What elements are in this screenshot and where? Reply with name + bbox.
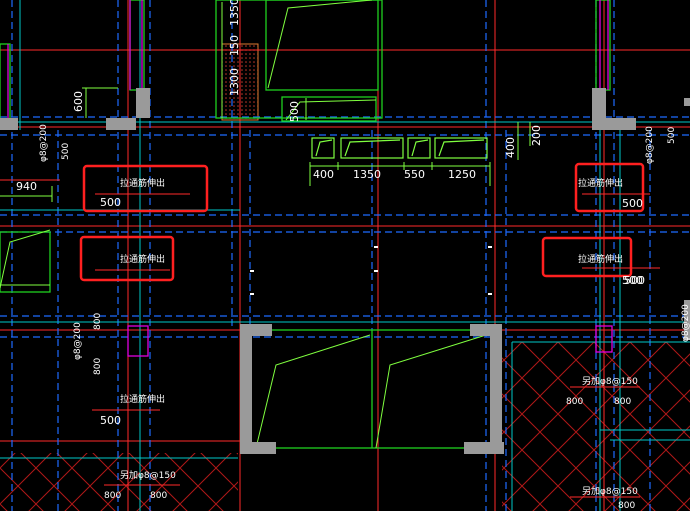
extra-rebar-b: 800 <box>614 397 631 407</box>
dim-1350-vertical: 1350 <box>228 0 241 26</box>
rebar-left-upper: φ8@200 <box>39 124 49 162</box>
rebar-left-mid-800a: 800 <box>93 313 103 330</box>
rebar-right-mid: φ8@200 <box>681 304 690 342</box>
extra-rebar-label: 另加φ8@150 <box>582 486 638 497</box>
dim-940: 940 <box>16 180 37 193</box>
rebar-left-upper-500: 500 <box>61 143 71 160</box>
extra-rebar-b: 800 <box>618 501 635 511</box>
extra-rebar-a: 800 <box>566 397 583 407</box>
extra-rebar-b: 800 <box>150 491 167 501</box>
dim-top-550: 550 <box>404 168 425 181</box>
note-text: 拉通筋伸出 <box>578 253 623 265</box>
rebar-right-upper-500: 500 <box>667 127 677 144</box>
rebar-left-mid: φ8@200 <box>73 322 83 360</box>
openings-row <box>311 137 488 159</box>
note-value: 500 <box>622 274 643 287</box>
note-value: 500 <box>100 196 121 209</box>
note-text: 拉通筋伸出 <box>120 253 165 265</box>
extra-rebar-a: 800 <box>104 491 121 501</box>
dim-1300-vertical: 1300 <box>228 68 241 96</box>
note-text: 拉通筋伸出 <box>120 393 165 405</box>
extra-rebar-label: 另加φ8@150 <box>120 470 176 481</box>
rebar-left-mid-800b: 800 <box>93 358 103 375</box>
note-text: 拉通筋伸出 <box>578 177 623 189</box>
dim-500-center: 500 <box>288 101 301 122</box>
dim-600: 600 <box>72 91 85 112</box>
note-value: 500 <box>100 414 121 427</box>
highlight-boxes <box>79 162 645 282</box>
dim-top-1250: 1250 <box>448 168 476 181</box>
dim-top-400: 400 <box>313 168 334 181</box>
note-value: 500 <box>622 197 643 210</box>
dimension-texts: 400 1350 550 1250 940 200 400 1350 150 1… <box>16 0 543 193</box>
dim-200: 200 <box>530 125 543 146</box>
rebar-right-upper: φ8@200 <box>645 126 655 164</box>
extra-rebar-label: 另加φ8@150 <box>582 376 638 387</box>
dim-400: 400 <box>504 137 517 158</box>
note-text: 拉通筋伸出 <box>120 177 165 189</box>
cad-drawing-canvas[interactable]: 400 1350 550 1250 940 200 400 1350 150 1… <box>0 0 690 511</box>
dim-top-1350: 1350 <box>353 168 381 181</box>
grid-tick-marks <box>250 246 492 295</box>
dim-150-vertical: 150 <box>228 35 241 56</box>
